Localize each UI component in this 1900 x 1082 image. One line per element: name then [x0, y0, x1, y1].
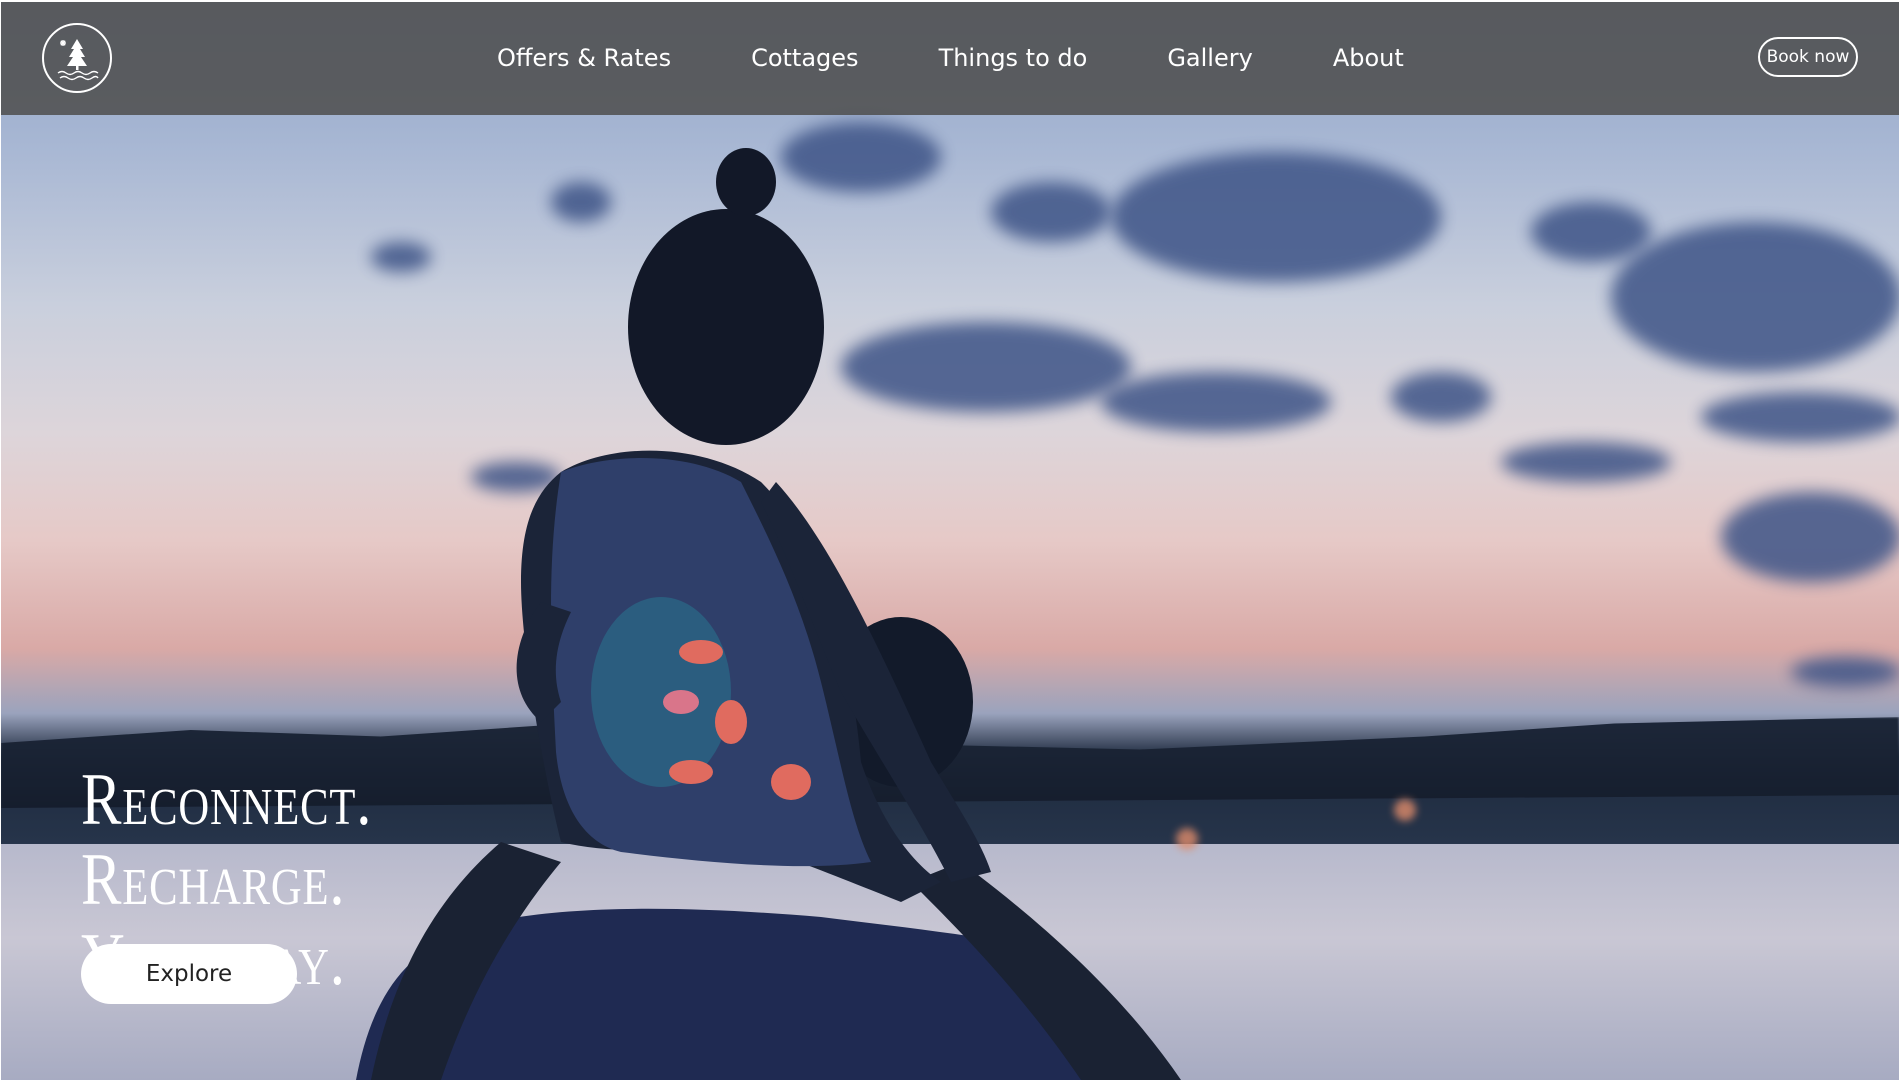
nav-link-offers-rates[interactable]: Offers & Rates — [497, 44, 671, 72]
book-now-button[interactable]: Book now — [1758, 37, 1858, 77]
nav-link-things-to-do[interactable]: Things to do — [939, 44, 1088, 72]
main-menu: Offers & Rates Cottages Things to do Gal… — [497, 38, 1484, 78]
top-navigation-bar: Offers & Rates Cottages Things to do Gal… — [1, 2, 1899, 115]
explore-button[interactable]: Explore — [81, 944, 297, 1004]
nav-link-about[interactable]: About — [1333, 44, 1404, 72]
hero-headline-line-1: Reconnect. Recharge. — [81, 759, 373, 921]
nav-link-cottages[interactable]: Cottages — [751, 44, 858, 72]
tree-sun-waves-logo-icon[interactable] — [42, 23, 112, 93]
nav-link-gallery[interactable]: Gallery — [1167, 44, 1252, 72]
